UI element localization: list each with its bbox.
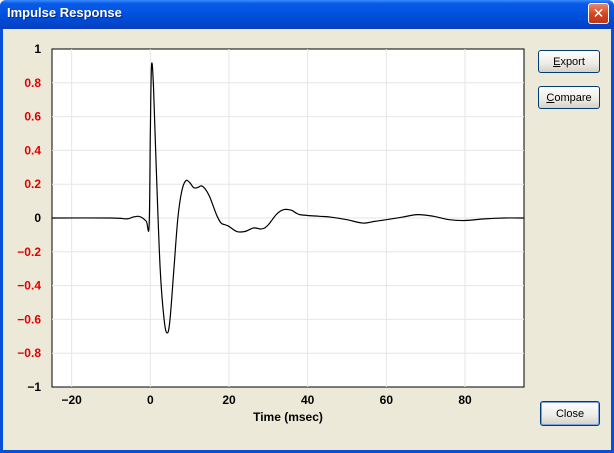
window-close-button[interactable]: ✕ <box>588 3 609 24</box>
y-axis-ticks: 1 0.8 0.6 0.4 0.2 0 −0.2 −0.4 −0.6 −0.8 −1 <box>17 42 41 394</box>
export-mnemonic: E <box>553 55 561 68</box>
dialog-client-area: 1 0.8 0.6 0.4 0.2 0 −0.2 −0.4 −0.6 −0.8 −1 −20 0 20 4… <box>3 29 611 450</box>
y-tick-label: −1 <box>27 380 41 394</box>
export-rest: xport <box>560 55 585 68</box>
x-tick-label: 20 <box>222 393 236 407</box>
close-icon: ✕ <box>592 5 605 22</box>
y-tick-label: 0.6 <box>24 110 41 124</box>
y-tick-label: 1 <box>34 42 41 56</box>
y-tick-label: 0.2 <box>24 177 41 191</box>
x-axis-ticks: −20 0 20 40 60 80 <box>61 393 472 407</box>
impulse-response-window: Impulse Response ✕ 1 0.8 0.6 0.4 0.2 0 −0.2 −0.… <box>0 0 614 453</box>
y-tick-label: −0.2 <box>17 245 41 259</box>
x-tick-label: −20 <box>61 393 82 407</box>
title-bar[interactable]: Impulse Response ✕ <box>0 0 614 29</box>
y-tick-label: −0.8 <box>17 346 41 360</box>
compare-mnemonic: C <box>546 91 555 104</box>
y-tick-label: 0.4 <box>24 143 41 157</box>
y-tick-label: 0.8 <box>24 76 41 90</box>
x-tick-label: 40 <box>301 393 315 407</box>
y-tick-label: 0 <box>34 211 41 225</box>
compare-rest: ompare <box>554 91 592 104</box>
x-tick-label: 60 <box>380 393 394 407</box>
x-tick-label: 80 <box>458 393 472 407</box>
window-title: Impulse Response <box>7 5 122 20</box>
y-tick-label: −0.4 <box>17 279 41 293</box>
close-button[interactable]: Close <box>540 401 600 426</box>
x-tick-label: 0 <box>147 393 154 407</box>
y-tick-label: −0.6 <box>17 312 41 326</box>
x-axis-label: Time (msec) <box>253 410 323 424</box>
close-label: Close <box>555 407 585 420</box>
compare-button[interactable]: Compare <box>538 86 600 109</box>
impulse-response-chart: 1 0.8 0.6 0.4 0.2 0 −0.2 −0.4 −0.6 −0.8 −1 −20 0 20 4… <box>17 42 525 424</box>
export-button[interactable]: Export <box>538 50 600 73</box>
